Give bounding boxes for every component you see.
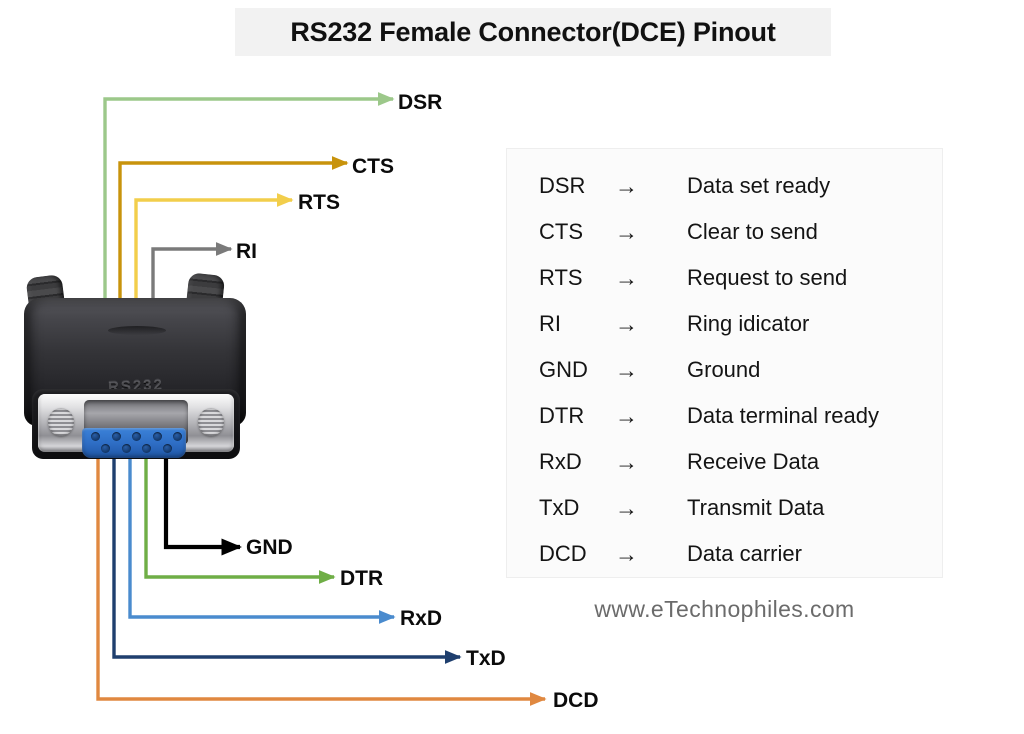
legend-desc-ri: Ring idicator: [687, 311, 810, 336]
pin-hole-bottom-1: [101, 444, 110, 453]
legend-abbr-rxd: RxD: [539, 449, 582, 474]
legend-abbr-dtr: DTR: [539, 403, 585, 428]
pin-label-dcd: DCD: [553, 689, 599, 712]
legend-row-dsr: DSR → Data set ready: [507, 163, 942, 209]
arrow-right-icon: →: [615, 264, 638, 291]
pin-hole-top-2: [111, 432, 121, 441]
legend-desc-dsr: Data set ready: [687, 173, 831, 198]
signal-legend: DSR → Data set ready CTS → Clear to send RTS → R…: [506, 148, 943, 578]
legend-row-cts: CTS → Clear to send: [507, 209, 942, 255]
jackscrew-right: [198, 408, 224, 436]
legend-row-rxd: RxD → Receive Data: [507, 439, 942, 485]
legend-desc-txd: Transmit Data: [687, 495, 825, 520]
pin-hole-top-5: [173, 432, 182, 441]
arrow-right-icon: →: [615, 494, 638, 521]
legend-abbr-ri: RI: [539, 311, 561, 336]
legend-desc-rxd: Receive Data: [687, 449, 820, 474]
legend-abbr-rts: RTS: [539, 265, 583, 290]
pin-hole-top-4: [152, 432, 162, 441]
legend-abbr-gnd: GND: [539, 357, 588, 382]
arrow-right-icon: →: [615, 402, 638, 429]
legend-row-rts: RTS → Request to send: [507, 255, 942, 301]
pin-hole-bottom-2: [121, 444, 131, 453]
arrow-right-icon: →: [615, 356, 638, 383]
pin-hole-bottom-3: [142, 444, 151, 453]
arrow-right-icon: →: [615, 172, 638, 199]
pin-label-dtr: DTR: [340, 567, 384, 590]
dsub-blue-insert: [82, 428, 186, 458]
pin-hole-top-3: [132, 432, 141, 441]
legend-desc-dtr: Data terminal ready: [687, 403, 879, 428]
diagram-canvas: RS232 Female Connector(DCE) Pinout RS232…: [0, 0, 1024, 734]
pin-label-cts: CTS: [352, 155, 394, 178]
pin-hole-top-1: [91, 432, 100, 441]
legend-row-gnd: GND → Ground: [507, 347, 942, 393]
legend-desc-gnd: Ground: [687, 357, 761, 382]
legend-abbr-dcd: DCD: [539, 541, 587, 566]
legend-row-txd: TxD → Transmit Data: [507, 485, 942, 531]
legend-row-dtr: DTR → Data terminal ready: [507, 393, 942, 439]
legend-desc-cts: Clear to send: [687, 219, 818, 244]
jackscrew-left: [48, 408, 74, 436]
pin-label-rxd: RxD: [400, 607, 443, 630]
legend-abbr-txd: TxD: [539, 495, 580, 520]
rs232-female-connector: RS232: [22, 272, 254, 472]
legend-row-dcd: DCD → Data carrier: [507, 531, 942, 577]
hood-vent-detail: [108, 326, 166, 335]
arrow-right-icon: →: [615, 540, 638, 567]
pin-label-rts: RTS: [298, 191, 340, 214]
pin-hole-bottom-4: [162, 444, 172, 453]
pin-label-ri: RI: [236, 240, 257, 263]
pin-label-gnd: GND: [246, 536, 293, 559]
pin-label-txd: TxD: [466, 647, 506, 670]
legend-abbr-dsr: DSR: [539, 173, 586, 198]
legend-abbr-cts: CTS: [539, 219, 583, 244]
arrow-right-icon: →: [615, 448, 638, 475]
arrow-right-icon: →: [615, 218, 638, 245]
legend-row-ri: RI → Ring idicator: [507, 301, 942, 347]
legend-desc-rts: Request to send: [687, 265, 848, 290]
legend-desc-dcd: Data carrier: [687, 541, 802, 566]
site-watermark: www.eTechnophiles.com: [594, 596, 855, 622]
pin-label-dsr: DSR: [398, 91, 443, 114]
wire-rxd: [128, 452, 396, 624]
arrow-right-icon: →: [615, 310, 638, 337]
